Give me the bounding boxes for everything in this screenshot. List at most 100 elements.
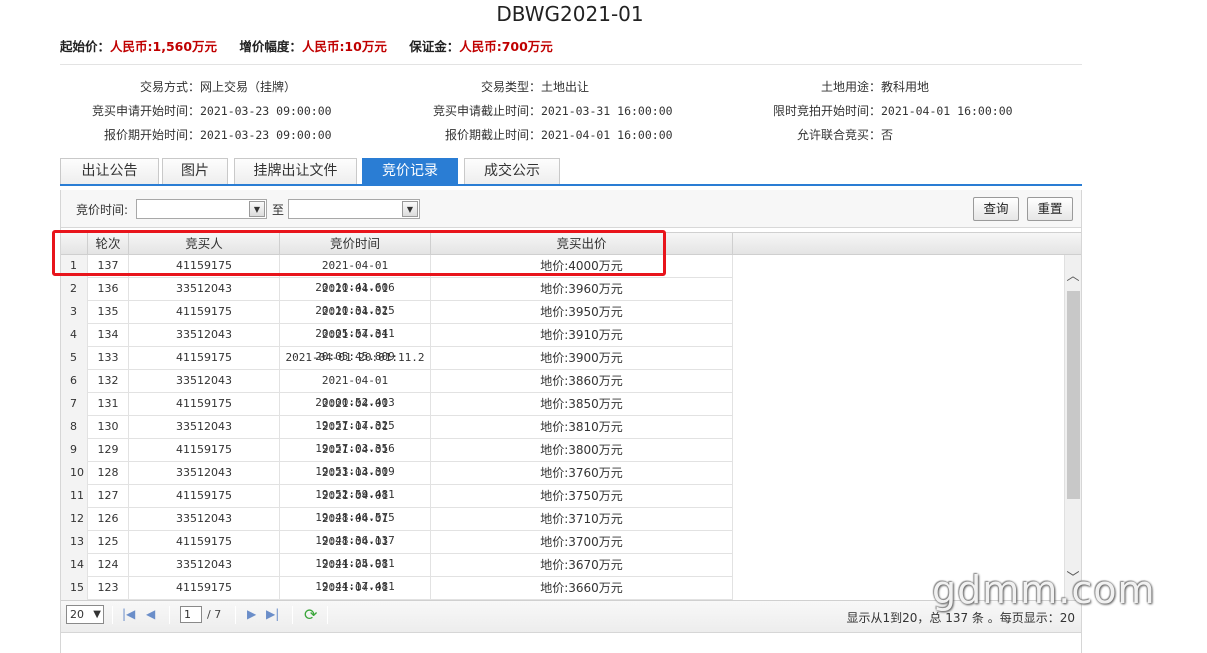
tab-bid-records[interactable]: 竞价记录	[362, 158, 458, 185]
info-key: 土地用途：	[820, 80, 881, 94]
cell-bidder: 41159175	[129, 301, 280, 324]
row-number: 2	[61, 278, 88, 301]
increment-label: 增价幅度：	[239, 39, 302, 54]
row-number: 9	[61, 439, 88, 462]
row-number: 12	[61, 508, 88, 531]
scroll-up-icon[interactable]: ︿	[1065, 269, 1081, 285]
cell-bidder: 41159175	[129, 347, 280, 370]
page-size-select[interactable]: 20 ▼	[66, 605, 104, 624]
row-number: 11	[61, 485, 88, 508]
table-row[interactable]: 7 131 41159175 2021-04-01 19:57:17.325 地价:38…	[61, 393, 733, 432]
page-number-input[interactable]: 1	[180, 606, 202, 623]
divider	[60, 64, 1082, 65]
cell-bid-time: 2021-04-01 19:48:36.137	[280, 508, 431, 547]
cell-bid-price: 地价:3700万元	[431, 531, 733, 554]
cell-bid-price: 地价:3660万元	[431, 577, 733, 600]
end-time-combo[interactable]: ▼	[288, 199, 420, 219]
table-row[interactable]: 5 133 41159175 2021-04-01 20:01:11.2 地价:3900…	[61, 347, 733, 370]
table-row[interactable]: 11 127 41159175 2021-04-01 19:48:46.575 地价:3…	[61, 485, 733, 524]
tab-transaction-notice[interactable]: 成交公示	[464, 158, 560, 184]
tab-listing-documents[interactable]: 挂牌出让文件	[234, 158, 357, 184]
table-row[interactable]: 3 135 41159175 2021-04-01 20:05:57.341 地价:39…	[61, 301, 733, 340]
table-row[interactable]: 12 126 33512043 2021-04-01 19:48:36.137 地价:3…	[61, 508, 733, 547]
start-time-combo[interactable]: ▼	[136, 199, 267, 219]
tab-images[interactable]: 图片	[162, 158, 228, 184]
table-row[interactable]: 6 132 33512043 2021-04-01 20:00:52.403 地价:38…	[61, 370, 733, 409]
cell-bid-price: 地价:3750万元	[431, 485, 733, 508]
info-land-use: 土地用途：教科用地	[740, 78, 929, 95]
highlight-box	[52, 230, 666, 276]
info-value: 网上交易（挂牌）	[200, 80, 297, 94]
info-value: 2021-04-01 16:00:00	[541, 128, 673, 142]
table-row[interactable]: 14 124 33512043 2021-04-01 19:44:17.481 地价:3…	[61, 554, 733, 593]
cell-bid-time: 2021-04-01 19:57:17.325	[280, 393, 431, 432]
cell-bidder: 33512043	[129, 554, 280, 577]
cell-bid-time: 2021-04-01 19:48:46.575	[280, 485, 431, 524]
info-value: 否	[881, 128, 894, 142]
cell-bidder: 33512043	[129, 462, 280, 485]
info-value: 2021-03-31 16:00:00	[541, 104, 673, 118]
cell-bid-price: 地价:3860万元	[431, 370, 733, 393]
first-page-icon[interactable]: |◀	[122, 607, 135, 621]
info-joint-bid: 允许联合竞买：否	[740, 126, 893, 143]
table-row[interactable]: 4 134 33512043 2021-04-01 20:05:45.809 地价:39…	[61, 324, 733, 363]
table-row[interactable]: 13 125 41159175 2021-04-01 19:44:25.981 地价:3…	[61, 531, 733, 570]
cell-bid-time: 2021-04-01 20:10:31.325	[280, 278, 431, 317]
info-key: 允许联合竞买：	[796, 128, 881, 142]
table-row[interactable]: 15123411591752021-04-01 19:40:57.044地价:3…	[61, 577, 733, 616]
info-value: 2021-04-01 16:00:00	[881, 104, 1013, 118]
row-number: 6	[61, 370, 88, 393]
cell-round: 131	[88, 393, 129, 416]
tab-bar: 出让公告 图片 挂牌出让文件 竞价记录 成交公示	[60, 158, 1082, 186]
cell-round: 123	[88, 577, 129, 600]
cell-bidder: 41159175	[129, 485, 280, 508]
row-number: 10	[61, 462, 88, 485]
chevron-down-icon[interactable]: ▼	[249, 201, 265, 217]
cell-bidder: 33512043	[129, 324, 280, 347]
page-title: DBWG2021-01	[496, 2, 644, 26]
cell-bid-price: 地价:3960万元	[431, 278, 733, 301]
info-trade-type: 交易类型：土地出让	[400, 78, 589, 95]
table-row[interactable]: 10 128 33512043 2021-04-01 19:52:59.481 地价:3…	[61, 462, 733, 501]
prev-page-icon[interactable]: ◀	[146, 607, 155, 621]
separator	[292, 606, 293, 624]
deposit-value: 人民币:700万元	[459, 39, 553, 54]
table-row[interactable]: 8 130 33512043 2021-04-01 19:57:03.356 地价:38…	[61, 416, 733, 455]
last-page-icon[interactable]: ▶|	[266, 607, 279, 621]
cell-round: 133	[88, 347, 129, 370]
page-size-value: 20	[70, 608, 84, 621]
cell-round: 129	[88, 439, 129, 462]
cell-bid-time: 2021-04-01 19:52:59.481	[280, 462, 431, 501]
chevron-down-icon[interactable]: ▼	[402, 201, 418, 217]
cell-round: 134	[88, 324, 129, 347]
cell-bid-price: 地价:3810万元	[431, 416, 733, 439]
info-auction-start: 限时竞拍开始时间：2021-04-01 16:00:00	[740, 102, 1013, 119]
reset-button[interactable]: 重置	[1027, 197, 1073, 221]
cell-bid-time: 2021-04-01 19:53:13.309	[280, 439, 431, 478]
refresh-icon[interactable]: ⟳	[304, 605, 317, 624]
cell-bidder: 33512043	[129, 508, 280, 531]
info-key: 竞买申请开始时间：	[91, 104, 200, 118]
cell-bid-time: 2021-04-01 20:01:11.2	[280, 347, 431, 370]
cell-round: 124	[88, 554, 129, 577]
query-button[interactable]: 查询	[973, 197, 1019, 221]
cell-round: 130	[88, 416, 129, 439]
scroll-thumb[interactable]	[1067, 291, 1080, 499]
start-price-value: 人民币:1,560万元	[110, 39, 218, 54]
info-quote-end: 报价期截止时间：2021-04-01 16:00:00	[400, 126, 673, 143]
separator	[235, 606, 236, 624]
cell-bid-time: 2021-04-01 19:57:03.356	[280, 416, 431, 455]
info-apply-start: 竞买申请开始时间：2021-03-23 09:00:00	[60, 102, 332, 119]
vertical-scrollbar[interactable]: ︿ ﹀	[1064, 255, 1081, 600]
cell-round: 136	[88, 278, 129, 301]
to-label: 至	[272, 203, 285, 217]
next-page-icon[interactable]: ▶	[247, 607, 256, 621]
separator	[169, 606, 170, 624]
total-pages: / 7	[207, 608, 222, 621]
table-row[interactable]: 9 129 41159175 2021-04-01 19:53:13.309 地价:38…	[61, 439, 733, 478]
cell-bid-time: 2021-04-01 20:00:52.403	[280, 370, 431, 409]
row-number: 14	[61, 554, 88, 577]
table-row[interactable]: 2 136 33512043 2021-04-01 20:10:31.325 地价:39…	[61, 278, 733, 317]
cell-bidder: 41159175	[129, 577, 280, 600]
tab-announcement[interactable]: 出让公告	[60, 158, 159, 184]
